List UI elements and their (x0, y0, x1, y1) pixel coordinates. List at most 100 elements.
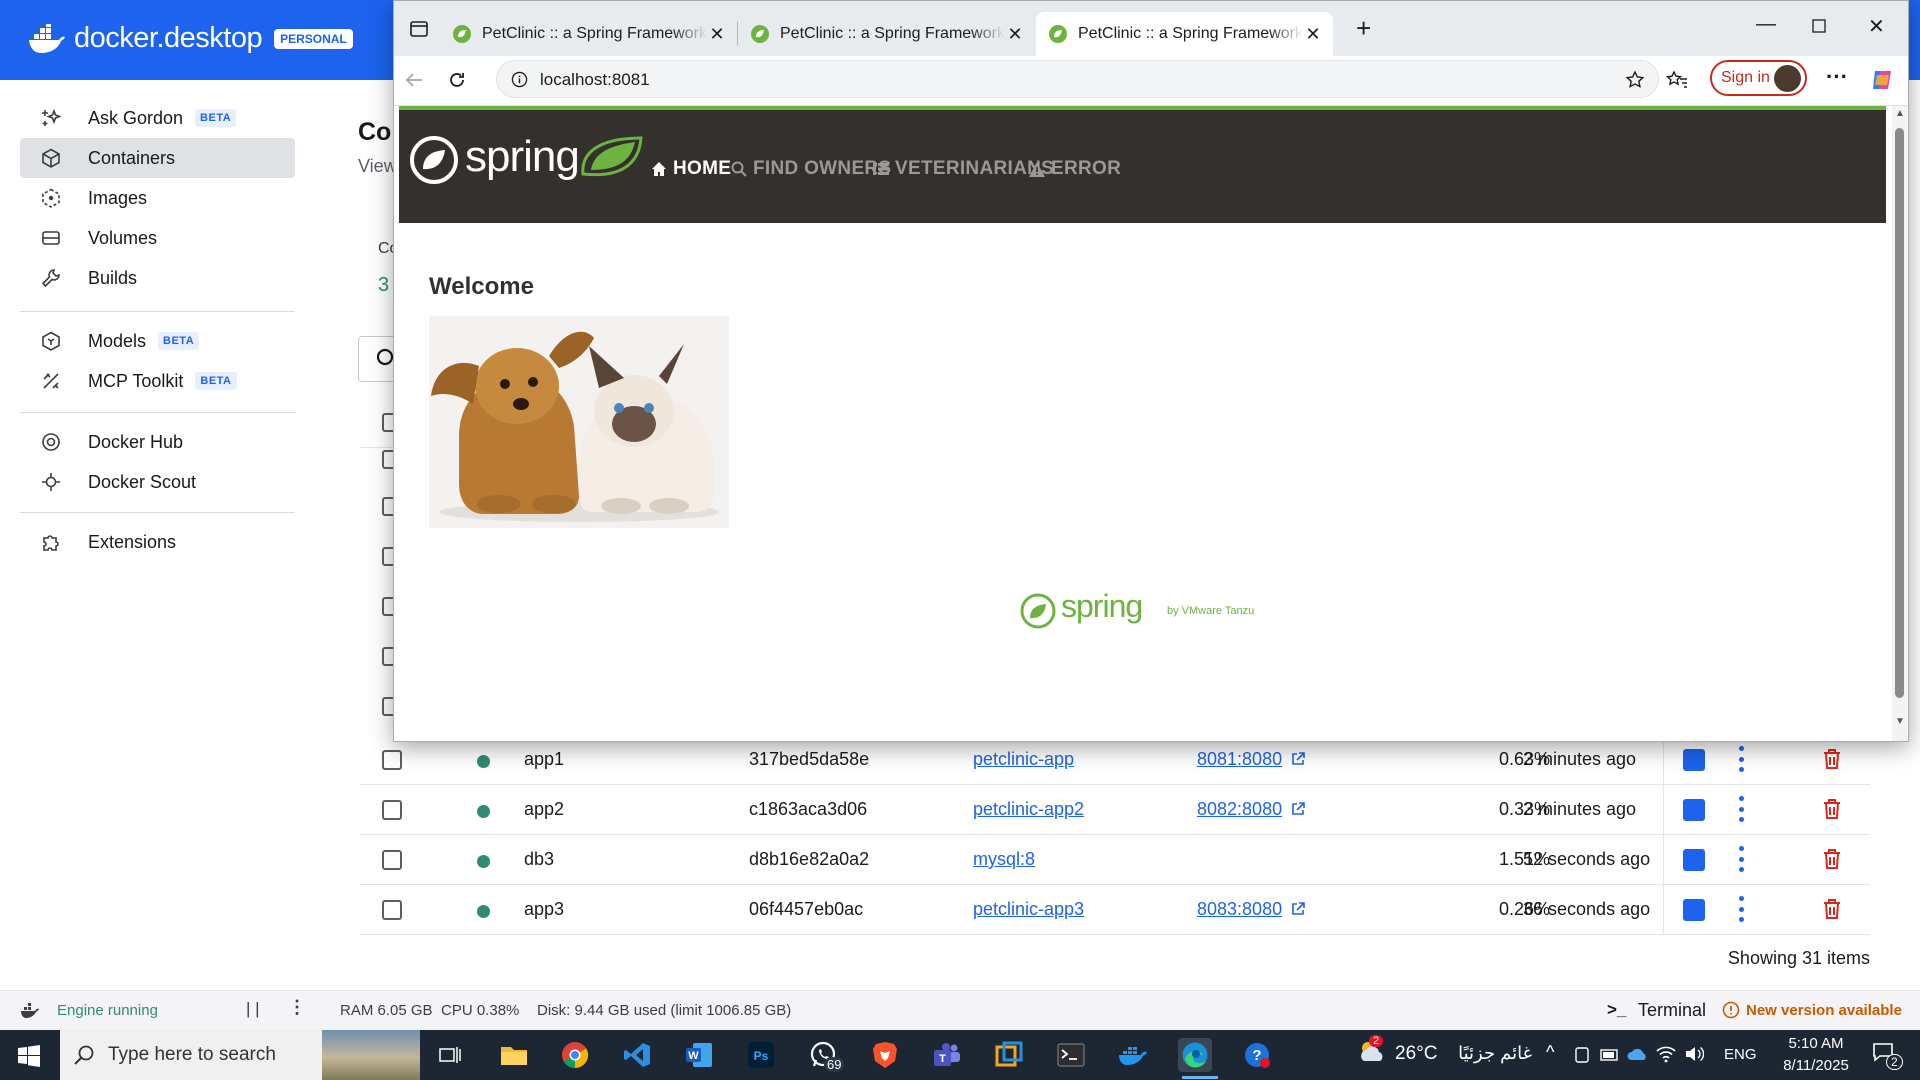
task-view-icon[interactable] (433, 1038, 467, 1072)
stop-button[interactable] (1683, 799, 1705, 821)
stop-button[interactable] (1683, 849, 1705, 871)
address-bar[interactable]: localhost:8081 (496, 60, 1659, 98)
favorite-star-icon[interactable] (1625, 70, 1645, 90)
clock-date[interactable]: 8/11/2025 (1772, 1057, 1860, 1074)
sidebar-item-docker-scout[interactable]: Docker Scout (20, 462, 295, 502)
chrome-icon[interactable] (558, 1038, 592, 1072)
favorites-icon[interactable] (1666, 70, 1688, 90)
tab-actions-icon[interactable] (409, 19, 429, 39)
docker-app-icon[interactable] (1116, 1038, 1150, 1072)
terminal-button[interactable]: Terminal (1638, 1000, 1706, 1021)
table-row[interactable]: app1 317bed5da58e petclinic-app 8081:808… (360, 735, 1870, 785)
port-link[interactable]: 8083:8080 (1197, 899, 1282, 920)
terminal-icon[interactable]: >_ (1607, 1000, 1626, 1020)
sidebar-item-mcp-toolkit[interactable]: MCP Toolkit BETA (20, 361, 295, 401)
nav-home[interactable]: HOME (651, 158, 731, 180)
row-checkbox[interactable] (382, 750, 402, 770)
scroll-thumb[interactable] (1895, 128, 1904, 698)
device-icon[interactable] (1574, 1046, 1590, 1064)
row-checkbox[interactable] (382, 900, 402, 920)
sidebar-item-builds[interactable]: Builds (20, 258, 295, 298)
sidebar-item-docker-hub[interactable]: Docker Hub (20, 422, 295, 462)
spring-logo-icon[interactable] (409, 135, 459, 185)
close-icon[interactable]: ✕ (707, 24, 727, 45)
battery-icon[interactable] (1600, 1049, 1620, 1061)
file-explorer-icon[interactable] (497, 1038, 531, 1072)
more-actions-icon[interactable] (1738, 746, 1744, 772)
edge-icon[interactable] (1178, 1038, 1212, 1072)
update-notice[interactable]: New version available (1746, 1002, 1902, 1019)
table-row[interactable]: app3 06f4457eb0ac petclinic-app3 8083:80… (360, 885, 1870, 935)
page-scrollbar[interactable]: ▲ ▼ (1892, 106, 1907, 741)
sign-in-button[interactable]: Sign in (1710, 60, 1807, 96)
close-icon[interactable]: ✕ (1303, 24, 1323, 45)
maximize-icon[interactable] (1812, 19, 1826, 33)
more-vertical-icon[interactable]: ⋮ (288, 997, 306, 1018)
image-link[interactable]: mysql:8 (973, 849, 1035, 870)
port-link[interactable]: 8082:8080 (1197, 799, 1282, 820)
sidebar-item-extensions[interactable]: Extensions (20, 522, 295, 562)
volume-icon[interactable] (1684, 1045, 1704, 1063)
tab-petclinic-3[interactable]: PetClinic :: a Spring Framework demonstr… (1036, 12, 1333, 56)
sidebar-item-volumes[interactable]: Volumes (20, 218, 295, 258)
onedrive-icon[interactable] (1627, 1046, 1649, 1062)
trash-icon[interactable] (1820, 847, 1844, 871)
tab-petclinic-1[interactable]: PetClinic :: a Spring Framework demonstr… (440, 12, 737, 56)
row-checkbox[interactable] (382, 800, 402, 820)
scroll-up-icon[interactable]: ▲ (1895, 108, 1905, 119)
image-link[interactable]: petclinic-app (973, 749, 1074, 770)
minimize-icon[interactable]: — (1756, 13, 1776, 36)
stop-button[interactable] (1683, 749, 1705, 771)
word-icon[interactable]: W (682, 1038, 716, 1072)
back-icon[interactable] (404, 70, 424, 90)
sidebar-item-containers[interactable]: Containers (20, 138, 295, 178)
teams-icon[interactable]: T (930, 1038, 964, 1072)
scroll-down-icon[interactable]: ▼ (1895, 716, 1905, 727)
chevron-up-icon[interactable]: ^ (1546, 1042, 1554, 1063)
external-link-icon[interactable] (1290, 801, 1306, 817)
sidebar-item-images[interactable]: Images (20, 178, 295, 218)
notifications-icon[interactable]: 2 (1872, 1042, 1903, 1070)
photoshop-icon[interactable]: Ps (744, 1038, 778, 1072)
app-window-icon[interactable] (992, 1038, 1026, 1072)
windows-start-icon[interactable] (18, 1045, 40, 1067)
weather-icon[interactable]: 2 (1357, 1035, 1391, 1069)
port-link[interactable]: 8081:8080 (1197, 749, 1282, 770)
more-menu-icon[interactable]: ··· (1826, 64, 1848, 90)
nav-find-owners[interactable]: FIND OWNERS (731, 158, 891, 180)
pause-icon[interactable]: | | (246, 999, 260, 1019)
copilot-icon[interactable] (1869, 67, 1895, 93)
help-icon[interactable]: ? (1240, 1038, 1274, 1072)
sidebar-item-models[interactable]: Models BETA (20, 321, 295, 361)
external-link-icon[interactable] (1290, 901, 1306, 917)
nav-veterinarians[interactable]: VETERINARIANS (873, 158, 1054, 180)
wifi-icon[interactable] (1656, 1045, 1676, 1063)
refresh-icon[interactable] (447, 70, 467, 90)
clock-time[interactable]: 5:10 AM (1772, 1035, 1860, 1052)
sidebar-item-ask-gordon[interactable]: Ask Gordon BETA (20, 98, 295, 138)
brave-icon[interactable] (868, 1038, 902, 1072)
trash-icon[interactable] (1820, 797, 1844, 821)
more-actions-icon[interactable] (1738, 846, 1744, 872)
site-info-icon[interactable] (511, 71, 528, 88)
more-actions-icon[interactable] (1738, 896, 1744, 922)
external-link-icon[interactable] (1290, 751, 1306, 767)
taskbar-search[interactable]: Type here to search (60, 1030, 420, 1080)
language-indicator[interactable]: ENG (1724, 1046, 1757, 1063)
window-close-icon[interactable]: ✕ (1868, 14, 1885, 39)
stop-button[interactable] (1683, 899, 1705, 921)
vscode-icon[interactable] (620, 1038, 654, 1072)
whatsapp-icon[interactable]: 69 (806, 1038, 845, 1072)
image-link[interactable]: petclinic-app2 (973, 799, 1084, 820)
tab-petclinic-2[interactable]: PetClinic :: a Spring Framework demonstr… (738, 12, 1035, 56)
new-tab-icon[interactable]: + (1356, 13, 1371, 44)
image-link[interactable]: petclinic-app3 (973, 899, 1084, 920)
trash-icon[interactable] (1820, 747, 1844, 771)
nav-error[interactable]: ERROR (1029, 158, 1121, 180)
terminal-app-icon[interactable] (1054, 1038, 1088, 1072)
table-row[interactable]: app2 c1863aca3d06 petclinic-app2 8082:80… (360, 785, 1870, 835)
close-icon[interactable]: ✕ (1005, 24, 1025, 45)
trash-icon[interactable] (1820, 897, 1844, 921)
table-row[interactable]: db3 d8b16e82a0a2 mysql:8 1.51% 52 second… (360, 835, 1870, 885)
more-actions-icon[interactable] (1738, 796, 1744, 822)
